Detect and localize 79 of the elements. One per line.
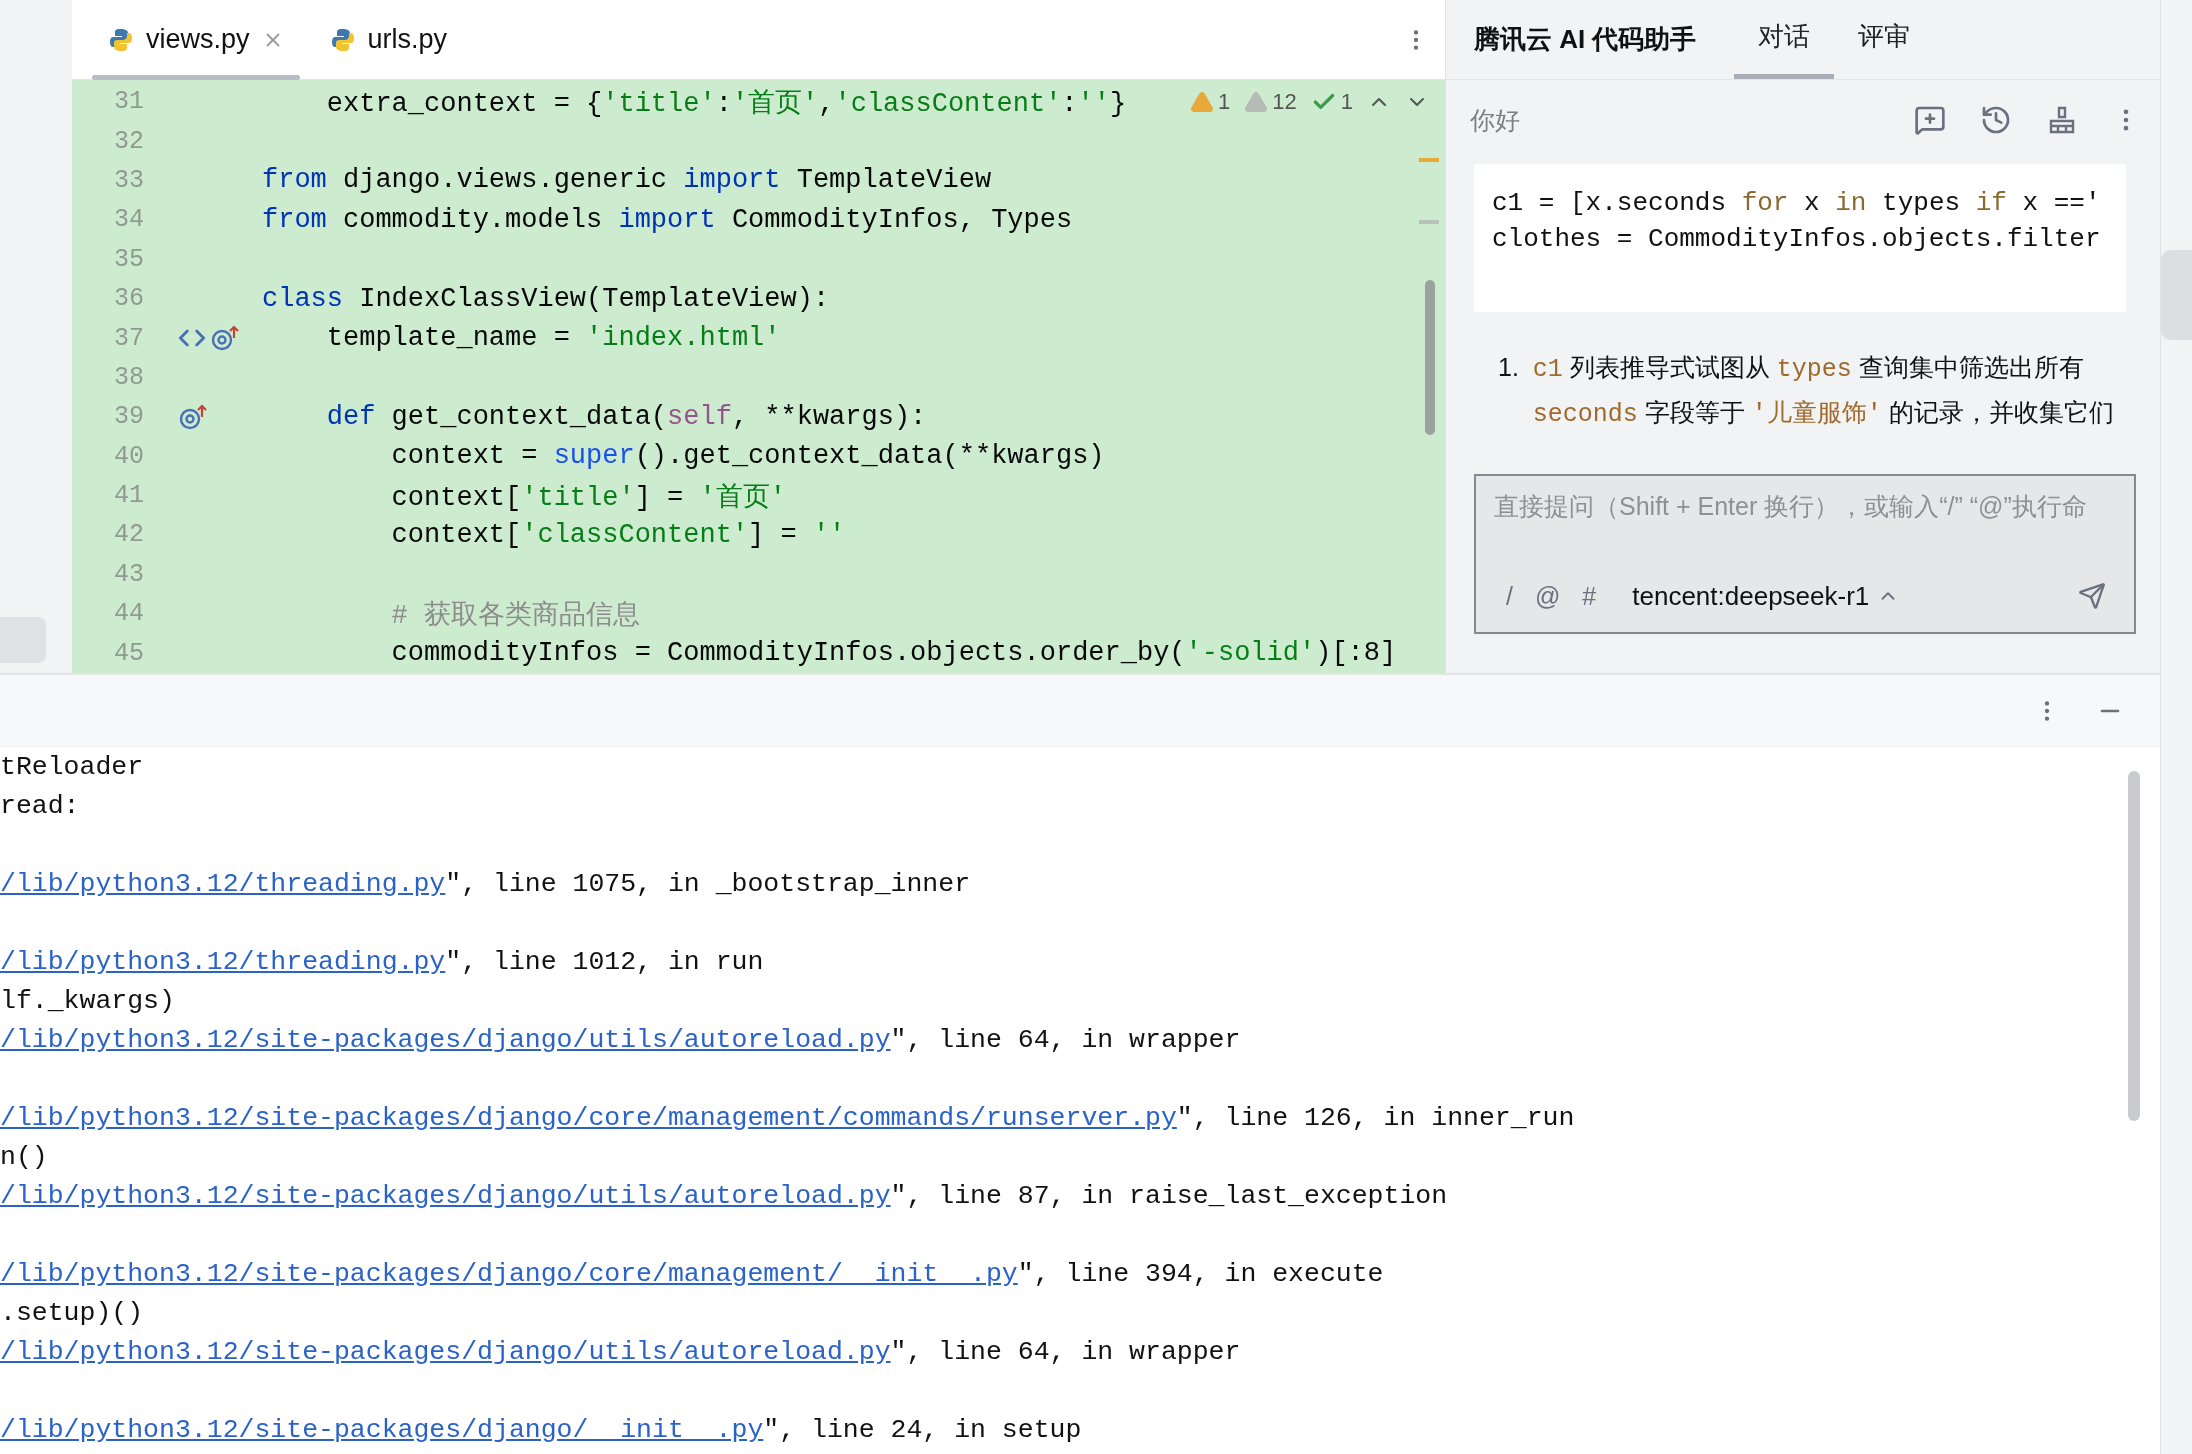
file-link[interactable]: /lib/python3.12/site-packages/django/__init__.py <box>0 1414 764 1445</box>
line-number: 42 <box>113 520 144 550</box>
code-editor[interactable] <box>72 80 1445 673</box>
chat-title: 你好 <box>1470 104 1521 136</box>
code-line: extra_context = {'title':'首页','classContent':''} <box>325 87 1127 120</box>
code-line: commodityInfos = CommodityInfos.objects.order_by('-solid')[:8] <box>390 638 1397 669</box>
warning-icon <box>1190 90 1214 114</box>
file-link[interactable]: /lib/python3.12/threading.py <box>0 946 446 977</box>
file-link[interactable]: /lib/python3.12/threading.py <box>0 868 446 899</box>
line-number: 40 <box>113 441 144 471</box>
history-icon[interactable] <box>1980 104 2012 136</box>
send-icon[interactable] <box>2078 582 2106 610</box>
code-line: def get_context_data(self, **kwargs): <box>325 401 927 432</box>
python-file-icon <box>108 26 134 53</box>
editor-tab[interactable]: views.py <box>92 0 300 80</box>
console-text: ", line 126, in inner_run <box>1176 1102 1575 1133</box>
line-number: 43 <box>113 559 144 589</box>
line-number: 33 <box>113 165 144 195</box>
command-button[interactable]: # <box>1582 581 1597 611</box>
change-marker <box>1419 220 1439 224</box>
command-button[interactable]: @ <box>1534 581 1561 611</box>
code-line: # 获取各类商品信息 <box>390 599 641 632</box>
line-number: 36 <box>113 284 144 314</box>
code-line: from commodity.models import CommodityInfos, Types <box>262 204 1073 235</box>
prompt-field[interactable]: 直接提问（Shift + Enter 换行），或输入“/” “@”执行命 / @ # tencent:deepseek-r1 <box>1474 474 2136 634</box>
code-line: template_name = 'index.html' <box>325 323 781 354</box>
console-text: lf._kwargs) <box>0 985 175 1016</box>
override-icon[interactable] <box>178 402 208 431</box>
answer-text: c1 列表推导式试图从 types 查询集中筛选出所有 seconds 字段等于 '儿童服饰' 的记录，并收集它们 <box>1532 352 2115 431</box>
line-number: 39 <box>113 402 144 432</box>
file-link[interactable]: /lib/python3.12/site-packages/django/utils/autoreload.py <box>0 1336 891 1367</box>
console-text: ", line 64, in wrapper <box>890 1024 1241 1055</box>
editor-tab[interactable]: urls.py <box>313 0 464 80</box>
line-number: 41 <box>113 481 144 511</box>
file-link[interactable]: /lib/python3.12/site-packages/django/core/management/commands/runserver.py <box>0 1102 1177 1133</box>
inspection-counter[interactable]: 12 <box>1244 89 1297 115</box>
console-text: ", line 1012, in run <box>445 946 764 977</box>
console-text: tReloader <box>0 751 144 782</box>
line-number: 45 <box>113 638 144 668</box>
console-text: .setup)() <box>0 1297 144 1328</box>
inspection-counter[interactable]: 1 <box>1190 89 1231 115</box>
line-number: 38 <box>113 362 144 392</box>
list-marker: 1. <box>1498 352 1519 383</box>
console-text: ", line 64, in wrapper <box>890 1336 1241 1367</box>
inspection-counter[interactable]: 1 <box>1310 89 1353 115</box>
model-selector[interactable]: tencent:deepseek-r1 <box>1618 580 1900 612</box>
file-link[interactable]: /lib/python3.12/site-packages/django/core/management/__init__.py <box>0 1258 1018 1289</box>
console-text: read: <box>0 790 80 821</box>
line-number: 37 <box>113 323 144 353</box>
console-text: ", line 1075, in _bootstrap_inner <box>445 868 971 899</box>
console-text: ", line 24, in setup <box>763 1414 1082 1445</box>
warning-marker <box>1419 158 1439 162</box>
panel-tab[interactable]: 对话 <box>1734 0 1835 79</box>
code-line: context['title'] = '首页' <box>390 481 786 514</box>
console-text: n() <box>0 1141 48 1172</box>
console-text: ", line 394, in execute <box>1017 1258 1384 1289</box>
scrollbar-thumb[interactable] <box>1425 280 1435 435</box>
line-number: 34 <box>113 205 144 235</box>
line-number: 35 <box>113 244 144 274</box>
code-line: clothes = CommodityInfos.objects.filter <box>1492 224 2102 256</box>
line-number: 32 <box>113 126 144 156</box>
file-link[interactable]: /lib/python3.12/site-packages/django/utils/autoreload.py <box>0 1024 891 1055</box>
panel-tab[interactable]: 评审 <box>1834 0 1935 79</box>
warning-icon <box>1244 90 1269 114</box>
python-file-icon <box>329 26 356 53</box>
command-button[interactable]: / <box>1506 581 1513 611</box>
line-number: 31 <box>113 87 144 117</box>
code-line: context['classContent'] = '' <box>390 520 846 550</box>
file-link[interactable]: /lib/python3.12/site-packages/django/utils/autoreload.py <box>0 1180 891 1211</box>
code-line: class IndexClassView(TemplateView): <box>262 283 830 314</box>
new-chat-icon[interactable] <box>1914 104 1946 136</box>
code-line: from django.views.generic import TemplateView <box>262 165 992 196</box>
scrollbar-thumb[interactable] <box>2128 771 2140 1121</box>
override-icon[interactable] <box>210 324 240 353</box>
console-text: ", line 87, in raise_last_exception <box>890 1180 1448 1211</box>
line-number: 44 <box>113 599 144 629</box>
panel-title: 腾讯云 AI 代码助手 <box>1474 22 1697 56</box>
code-line: c1 = [x.seconds for x in types if x ==' <box>1492 188 2102 220</box>
code-line: context = super().get_context_data(**kwargs) <box>390 441 1105 472</box>
